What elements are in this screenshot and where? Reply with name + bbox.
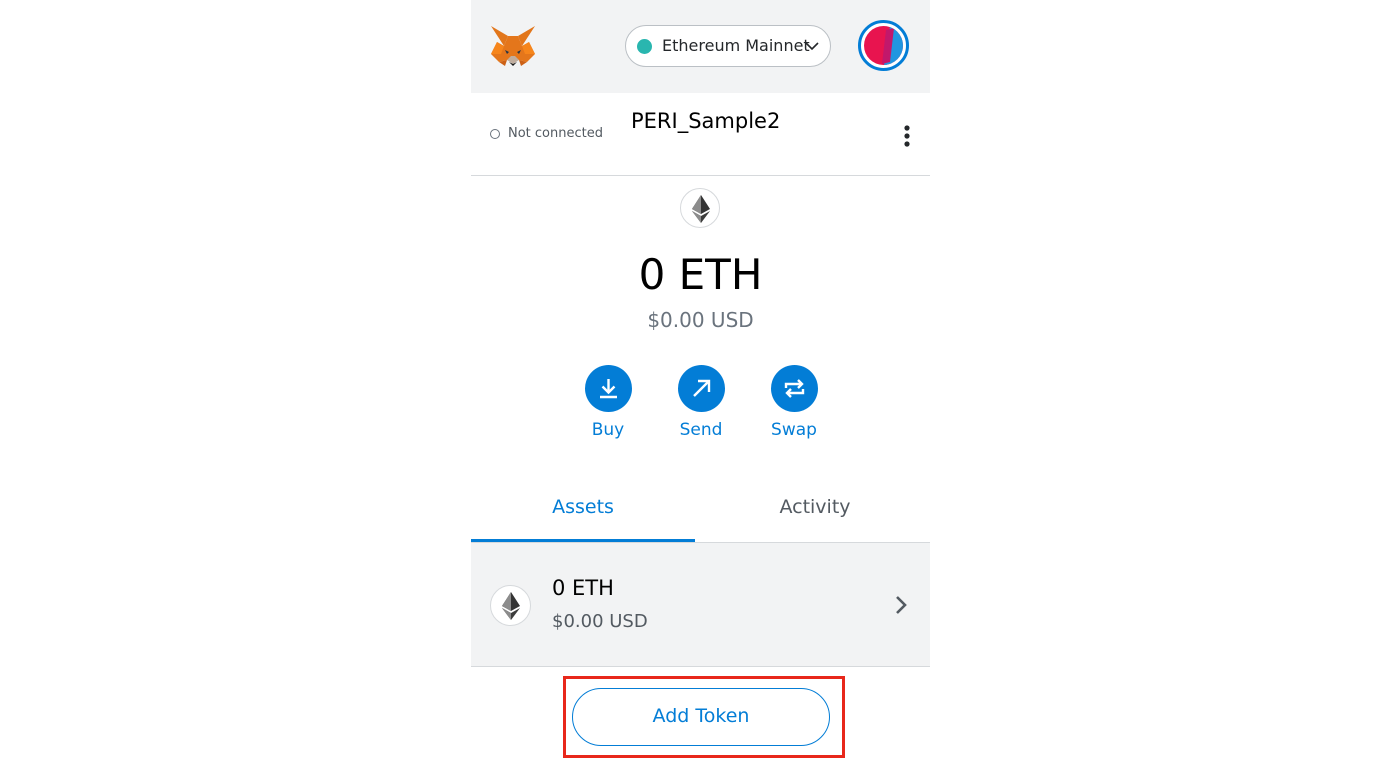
connection-status-icon — [490, 129, 500, 139]
account-name[interactable]: PERI_Sample2 — [631, 109, 780, 133]
balance-primary: 0 ETH — [638, 250, 763, 299]
tab-assets[interactable]: Assets — [471, 474, 695, 542]
add-token-button[interactable]: Add Token — [572, 688, 830, 746]
swap-label: Swap — [771, 420, 817, 440]
kebab-menu-icon[interactable] — [899, 124, 915, 148]
balance-secondary: $0.00 USD — [647, 308, 754, 332]
app-header: Ethereum Mainnet — [471, 0, 930, 93]
buy-button[interactable]: Buy — [573, 365, 643, 440]
ethereum-icon — [490, 585, 531, 626]
swap-icon — [770, 365, 818, 412]
metamask-fox-icon[interactable] — [489, 24, 537, 68]
chevron-down-icon — [805, 42, 819, 51]
download-icon — [584, 365, 632, 412]
network-label: Ethereum Mainnet — [662, 36, 810, 55]
arrow-up-right-icon — [677, 365, 725, 412]
tab-activity[interactable]: Activity — [700, 474, 930, 542]
asset-amount: 0 ETH — [552, 576, 614, 600]
tab-bar: Assets Activity — [471, 474, 930, 543]
account-bar: Not connected PERI_Sample2 — [471, 93, 930, 176]
network-status-dot — [637, 39, 652, 54]
wallet-panel: Ethereum Mainnet Not connected PERI_Samp… — [471, 0, 930, 775]
send-button[interactable]: Send — [666, 365, 736, 440]
ethereum-icon — [680, 188, 720, 228]
asset-usd-value: $0.00 USD — [552, 611, 648, 632]
chevron-right-icon — [896, 596, 907, 614]
send-label: Send — [679, 420, 723, 440]
account-avatar-button[interactable] — [858, 20, 909, 71]
network-selector[interactable]: Ethereum Mainnet — [625, 25, 831, 67]
connection-status[interactable]: Not connected — [508, 126, 603, 141]
asset-list-item[interactable]: 0 ETH $0.00 USD — [471, 543, 930, 667]
buy-label: Buy — [591, 420, 625, 440]
account-identicon — [864, 26, 903, 65]
swap-button[interactable]: Swap — [759, 365, 829, 440]
